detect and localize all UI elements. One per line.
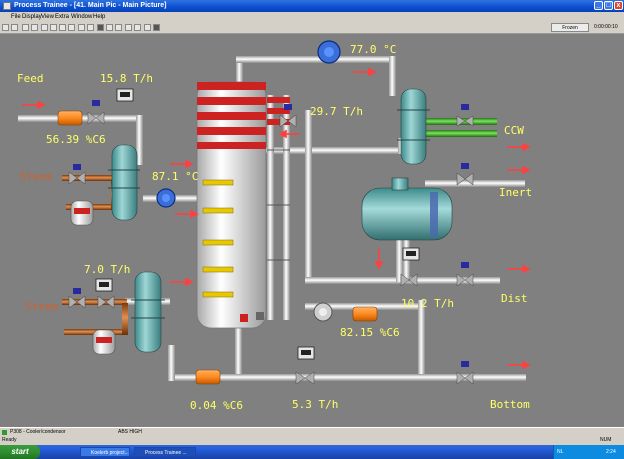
- dist-flow-value: 10.2 T/h: [401, 297, 454, 310]
- minimize-button[interactable]: _: [594, 1, 603, 10]
- sim-clock: 0:00:00:10: [594, 24, 618, 30]
- save-icon[interactable]: [31, 24, 38, 31]
- feed-preheater[interactable]: [108, 144, 140, 221]
- steam-flow-meter[interactable]: [95, 278, 113, 292]
- top-temp-value: 77.0 °C: [350, 43, 396, 56]
- menu-file[interactable]: File: [11, 12, 21, 22]
- taskbar-item-process-trainee[interactable]: Process Trainee ...: [134, 447, 196, 457]
- trend-icon[interactable]: [125, 24, 132, 31]
- menu-extra[interactable]: Extra: [55, 12, 69, 22]
- copy-icon[interactable]: [59, 24, 66, 31]
- maximize-button[interactable]: □: [604, 1, 613, 10]
- process-canvas: Feed 15.8 T/h 56.39 %C6 Steam 87.1 °C 77…: [0, 34, 624, 427]
- open-icon[interactable]: [22, 24, 29, 31]
- print-icon[interactable]: [41, 24, 48, 31]
- steam-trap-upper[interactable]: [70, 200, 94, 226]
- ready-status: Ready NUM: [0, 436, 624, 445]
- steam-upper-label: Steam: [19, 170, 52, 183]
- help-icon[interactable]: [144, 24, 151, 31]
- tray-language[interactable]: NL: [557, 445, 563, 459]
- system-tray: NL 2:24: [553, 445, 624, 459]
- bottom-composition-value: 0.04 %C6: [190, 399, 243, 412]
- feed-flow-meter[interactable]: [116, 88, 134, 102]
- zoom-icon[interactable]: [87, 24, 94, 31]
- reflux-drum[interactable]: [361, 177, 453, 241]
- feed-pump[interactable]: [156, 188, 176, 208]
- new-icon[interactable]: [2, 24, 9, 31]
- taskbar-item-koelerb[interactable]: Koelerb project...: [80, 447, 130, 457]
- bottom-analyzer[interactable]: [195, 369, 221, 385]
- bottom-label: Bottom: [490, 398, 530, 411]
- grid-icon[interactable]: [78, 24, 85, 31]
- overhead-pump[interactable]: [317, 40, 341, 64]
- menu-display[interactable]: Display: [22, 12, 42, 22]
- distillation-column[interactable]: [196, 81, 267, 329]
- reboiler[interactable]: [131, 271, 165, 353]
- step-icon[interactable]: [115, 24, 122, 31]
- ccw-label: CCW: [504, 124, 524, 137]
- menu-window[interactable]: Window: [71, 12, 92, 22]
- window-title: Process Trainee - [41. Main Pic - Main P…: [14, 2, 167, 9]
- distillate-analyzer[interactable]: [352, 306, 378, 322]
- steam-lower-label: Steam: [25, 300, 58, 313]
- close-button[interactable]: x: [614, 1, 623, 10]
- num-lock-indicator: NUM: [600, 437, 612, 443]
- column-temp-value: 87.1 °C: [152, 170, 198, 183]
- frozen-button[interactable]: Frozen: [551, 23, 589, 32]
- taskbar: start Koelerb project... Process Trainee…: [0, 445, 624, 459]
- ready-text: Ready: [2, 437, 17, 443]
- feed-composition-value: 56.39 %C6: [46, 133, 106, 146]
- paste-icon[interactable]: [68, 24, 75, 31]
- dist-composition-value: 82.15 %C6: [340, 326, 400, 339]
- alarm-icon[interactable]: [134, 24, 141, 31]
- pause-icon[interactable]: [106, 24, 113, 31]
- inert-label: Inert: [499, 186, 532, 199]
- feed-analyzer[interactable]: [57, 110, 83, 126]
- dist-label: Dist: [501, 292, 528, 305]
- cut-icon[interactable]: [50, 24, 57, 31]
- distillate-pump[interactable]: [313, 302, 333, 322]
- menu-help[interactable]: Help: [93, 12, 105, 22]
- bottom-flow-value: 5.3 T/h: [292, 398, 338, 411]
- tray-clock[interactable]: 2:24: [606, 445, 616, 459]
- steam-trap-lower[interactable]: [92, 329, 116, 355]
- app-icon[interactable]: [3, 2, 11, 10]
- condenser[interactable]: [397, 88, 430, 165]
- play-icon[interactable]: [97, 24, 104, 31]
- feed-flow-value: 15.8 T/h: [100, 72, 153, 85]
- reboiler-steam-flow-value: 7.0 T/h: [84, 263, 130, 276]
- info-icon[interactable]: [153, 24, 160, 31]
- close-doc-icon[interactable]: [11, 24, 18, 31]
- menu-bar: File Display View Extra Window Help: [0, 12, 624, 22]
- feed-label: Feed: [17, 72, 44, 85]
- menu-view[interactable]: View: [41, 12, 54, 22]
- reflux-flow-value: 29.7 T/h: [310, 105, 363, 118]
- start-button[interactable]: start: [0, 445, 40, 459]
- window-title-bar[interactable]: Process Trainee - [41. Main Pic - Main P…: [0, 0, 624, 12]
- alarm-indicator-icon: [2, 430, 7, 435]
- toolbar: [0, 22, 624, 34]
